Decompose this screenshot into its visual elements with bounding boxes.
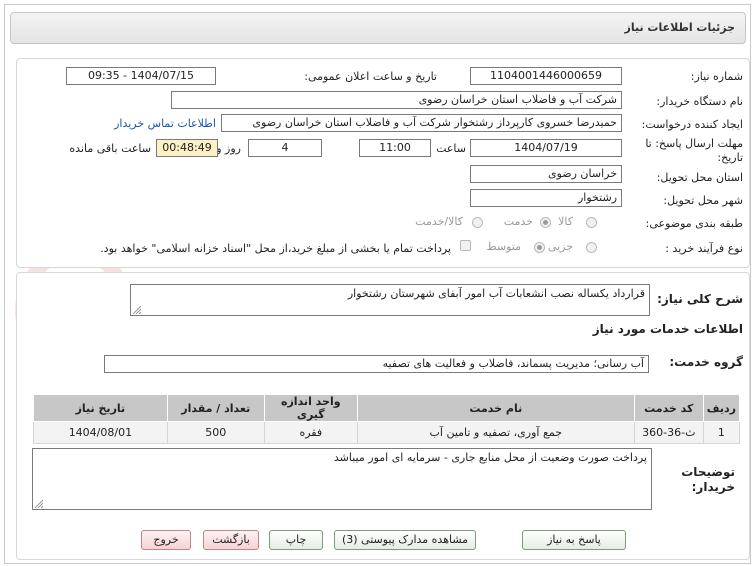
services-section-title: اطلاعات خدمات مورد نیاز <box>592 322 743 336</box>
table-header-row: ردیف کد خدمت نام خدمت واحد اندازه گیری ت… <box>33 394 741 422</box>
process-radio-medium[interactable] <box>534 242 545 253</box>
need-number-label: شماره نیاز: <box>690 70 743 83</box>
cell-code: ث-36-360 <box>633 421 704 444</box>
remaining-time-field: 00:48:49 <box>156 139 218 157</box>
notes-text: پرداخت صورت وضعیت از محل منابع جاری - سر… <box>333 451 647 464</box>
service-group-field: آب رسانی؛ مدیریت پسماند، فاضلاب و فعالیت… <box>104 355 649 373</box>
need-number-field: 1104001446000659 <box>470 67 622 85</box>
col-name-header: نام خدمت <box>356 394 635 422</box>
notes-label: توضیحات <box>681 465 735 479</box>
category-radio-goods[interactable] <box>586 217 597 228</box>
category-radio-both[interactable] <box>472 217 483 228</box>
cell-qty: 500 <box>166 421 265 444</box>
col-row-header: ردیف <box>702 394 741 422</box>
province-field: خراسان رضوی <box>470 165 622 183</box>
col-qty-header: تعداد / مقدار <box>166 394 265 422</box>
cell-name: جمع آوری، تصفیه و تامین آب <box>356 421 635 444</box>
process-label: نوع فرآیند خرید : <box>665 242 743 255</box>
summary-text: قرارداد یکساله نصب انشعابات آب امور آبفا… <box>347 287 645 300</box>
category-option-goods: کالا <box>558 215 573 228</box>
process-radio-minor[interactable] <box>586 242 597 253</box>
city-field: رشتخوار <box>470 189 622 207</box>
days-field: 4 <box>248 139 322 157</box>
print-button[interactable]: چاپ <box>269 530 323 550</box>
services-table: ردیف کد خدمت نام خدمت واحد اندازه گیری ت… <box>33 394 741 444</box>
creator-label: ایجاد کننده درخواست: <box>641 118 743 131</box>
view-documents-button[interactable]: مشاهده مدارک پیوستی (3) <box>334 530 476 550</box>
summary-label: شرح کلی نیاز: <box>657 292 743 306</box>
notes-textarea: پرداخت صورت وضعیت از محل منابع جاری - سر… <box>32 448 652 510</box>
process-option-medium: متوسط <box>486 240 521 253</box>
page-title: جزئیات اطلاعات نیاز <box>624 21 736 34</box>
days-label: روز و <box>216 142 241 155</box>
buyer-org-label: نام دستگاه خریدار: <box>656 95 743 108</box>
summary-textarea: قرارداد یکساله نصب انشعابات آب امور آبفا… <box>130 284 650 316</box>
deadline-time-label: ساعت <box>436 142 466 155</box>
buyer-org-field: شرکت آب و فاضلاب استان خراسان رضوی <box>171 91 622 109</box>
table-row: 1 ث-36-360 جمع آوری، تصفیه و تامین آب فق… <box>33 421 741 444</box>
reply-button[interactable]: پاسخ به نیاز <box>522 530 626 550</box>
city-label: شهر محل تحویل: <box>663 194 743 207</box>
process-option-minor: جزیی <box>547 240 573 253</box>
col-code-header: کد خدمت <box>633 394 704 422</box>
treasury-note: پرداخت تمام یا بخشی از مبلغ خرید،از محل … <box>100 242 451 255</box>
remaining-time-label: ساعت باقی مانده <box>69 142 151 155</box>
resize-grip-icon[interactable] <box>133 306 141 314</box>
buyer-contact-link[interactable]: اطلاعات تماس خریدار <box>114 117 216 130</box>
deadline-date-field: 1404/07/19 <box>470 139 622 157</box>
treasury-checkbox[interactable] <box>460 240 471 251</box>
category-label: طبقه بندی موضوعی: <box>645 217 743 230</box>
page-header: جزئیات اطلاعات نیاز <box>10 12 746 44</box>
announce-label: تاریخ و ساعت اعلان عمومی: <box>304 70 437 83</box>
resize-grip-icon[interactable] <box>35 500 43 508</box>
deadline-label-2: تاریخ: <box>717 151 743 164</box>
notes-label-2: خریدار: <box>691 480 735 494</box>
col-date-header: تاریخ نیاز <box>33 394 168 422</box>
service-group-label: گروه خدمت: <box>669 355 743 369</box>
deadline-label: مهلت ارسال پاسخ: تا <box>645 137 743 150</box>
exit-button[interactable]: خروج <box>141 530 191 550</box>
province-label: استان محل تحویل: <box>656 171 743 184</box>
category-option-both: کالا/خدمت <box>415 215 463 228</box>
need-info-panel <box>16 58 750 268</box>
announce-field: 1404/07/15 - 09:35 <box>66 67 216 85</box>
col-unit-header: واحد اندازه گیری <box>263 394 358 422</box>
cell-row: 1 <box>702 421 741 444</box>
back-button[interactable]: بازگشت <box>203 530 259 550</box>
creator-field: حمیدرضا خسروی کارپرداز رشتخوار شرکت آب و… <box>221 114 622 132</box>
category-option-service: خدمت <box>503 215 533 228</box>
category-radio-service[interactable] <box>540 217 551 228</box>
cell-date: 1404/08/01 <box>33 421 168 444</box>
cell-unit: فقره <box>263 421 358 444</box>
deadline-time-field: 11:00 <box>359 139 431 157</box>
